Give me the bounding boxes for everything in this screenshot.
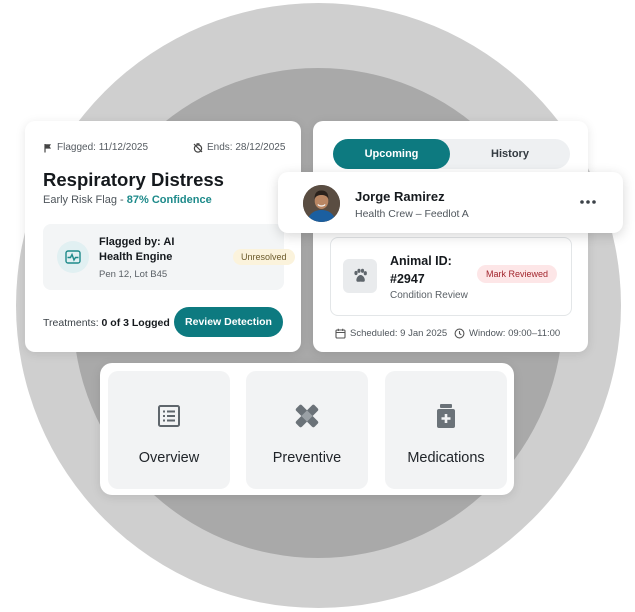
avatar <box>303 185 340 222</box>
tile-overview[interactable]: Overview <box>108 371 230 489</box>
tab-upcoming[interactable]: Upcoming <box>333 139 450 169</box>
ends-date-text: Ends: 28/12/2025 <box>207 142 286 153</box>
tab-history[interactable]: History <box>450 139 570 169</box>
mark-reviewed-button[interactable]: Mark Reviewed <box>477 265 558 283</box>
time-window-text: Window: 09:00–11:00 <box>469 328 561 339</box>
flagged-date: Flagged: 11/12/2025 <box>43 142 148 153</box>
paw-icon <box>343 259 377 293</box>
treatments-count: 0 of 3 Logged <box>101 317 170 329</box>
risk-detection-card: Flagged: 11/12/2025 Ends: 28/12/2025 Res… <box>25 121 301 352</box>
risk-subtitle-prefix: Early Risk Flag - <box>43 194 127 206</box>
confidence-value: 87% Confidence <box>126 194 212 206</box>
risk-title: Respiratory Distress <box>43 169 224 190</box>
tile-medications-label: Medications <box>407 450 485 466</box>
time-window: Window: 09:00–11:00 <box>454 328 560 339</box>
animal-condition: Condition Review <box>390 290 468 301</box>
ends-date: Ends: 28/12/2025 <box>193 142 285 153</box>
scheduled-date-text: Scheduled: 9 Jan 2025 <box>350 328 448 339</box>
timer-off-icon <box>193 142 203 153</box>
review-detection-button[interactable]: Review Detection <box>174 307 283 337</box>
clock-icon <box>454 328 465 339</box>
treatments-label: Treatments: <box>43 317 102 329</box>
calendar-icon <box>335 328 346 339</box>
animal-review-item: Animal ID: #2947 Condition Review Mark R… <box>330 237 572 316</box>
tile-preventive[interactable]: Preventive <box>246 371 368 489</box>
list-icon <box>155 402 183 430</box>
bandage-icon <box>293 402 321 430</box>
assignee-name: Jorge Ramirez <box>355 189 445 204</box>
schedule-card: Upcoming History Animal ID: #2947 Condit… <box>313 121 588 352</box>
flagged-date-text: Flagged: 11/12/2025 <box>57 142 149 153</box>
tile-preventive-label: Preventive <box>272 450 342 466</box>
schedule-tabs: Upcoming History <box>333 139 570 169</box>
animal-id: Animal ID: #2947 <box>390 254 452 286</box>
risk-subtitle: Early Risk Flag - 87% Confidence <box>43 194 212 206</box>
tile-medications[interactable]: Medications <box>385 371 507 489</box>
more-options-icon[interactable] <box>578 192 598 212</box>
tile-overview-label: Overview <box>138 450 200 466</box>
navigation-panel: Overview Preventive Medications <box>100 363 514 495</box>
detection-source-panel: Flagged by: AI Health Engine Pen 12, Lot… <box>43 224 295 290</box>
medicine-bottle-icon <box>432 402 460 430</box>
scheduled-date: Scheduled: 9 Jan 2025 <box>335 328 447 339</box>
heart-monitor-icon <box>57 241 89 273</box>
pen-location: Pen 12, Lot B45 <box>99 269 168 280</box>
assignee-role: Health Crew – Feedlot A <box>355 208 469 220</box>
status-badge: Unresolved <box>233 249 295 265</box>
assignee-card[interactable]: Jorge Ramirez Health Crew – Feedlot A <box>278 172 623 233</box>
flag-icon <box>44 143 51 152</box>
treatments-progress: Treatments: 0 of 3 Logged <box>43 317 170 329</box>
detection-source-label: Flagged by: AI Health Engine <box>99 236 175 263</box>
